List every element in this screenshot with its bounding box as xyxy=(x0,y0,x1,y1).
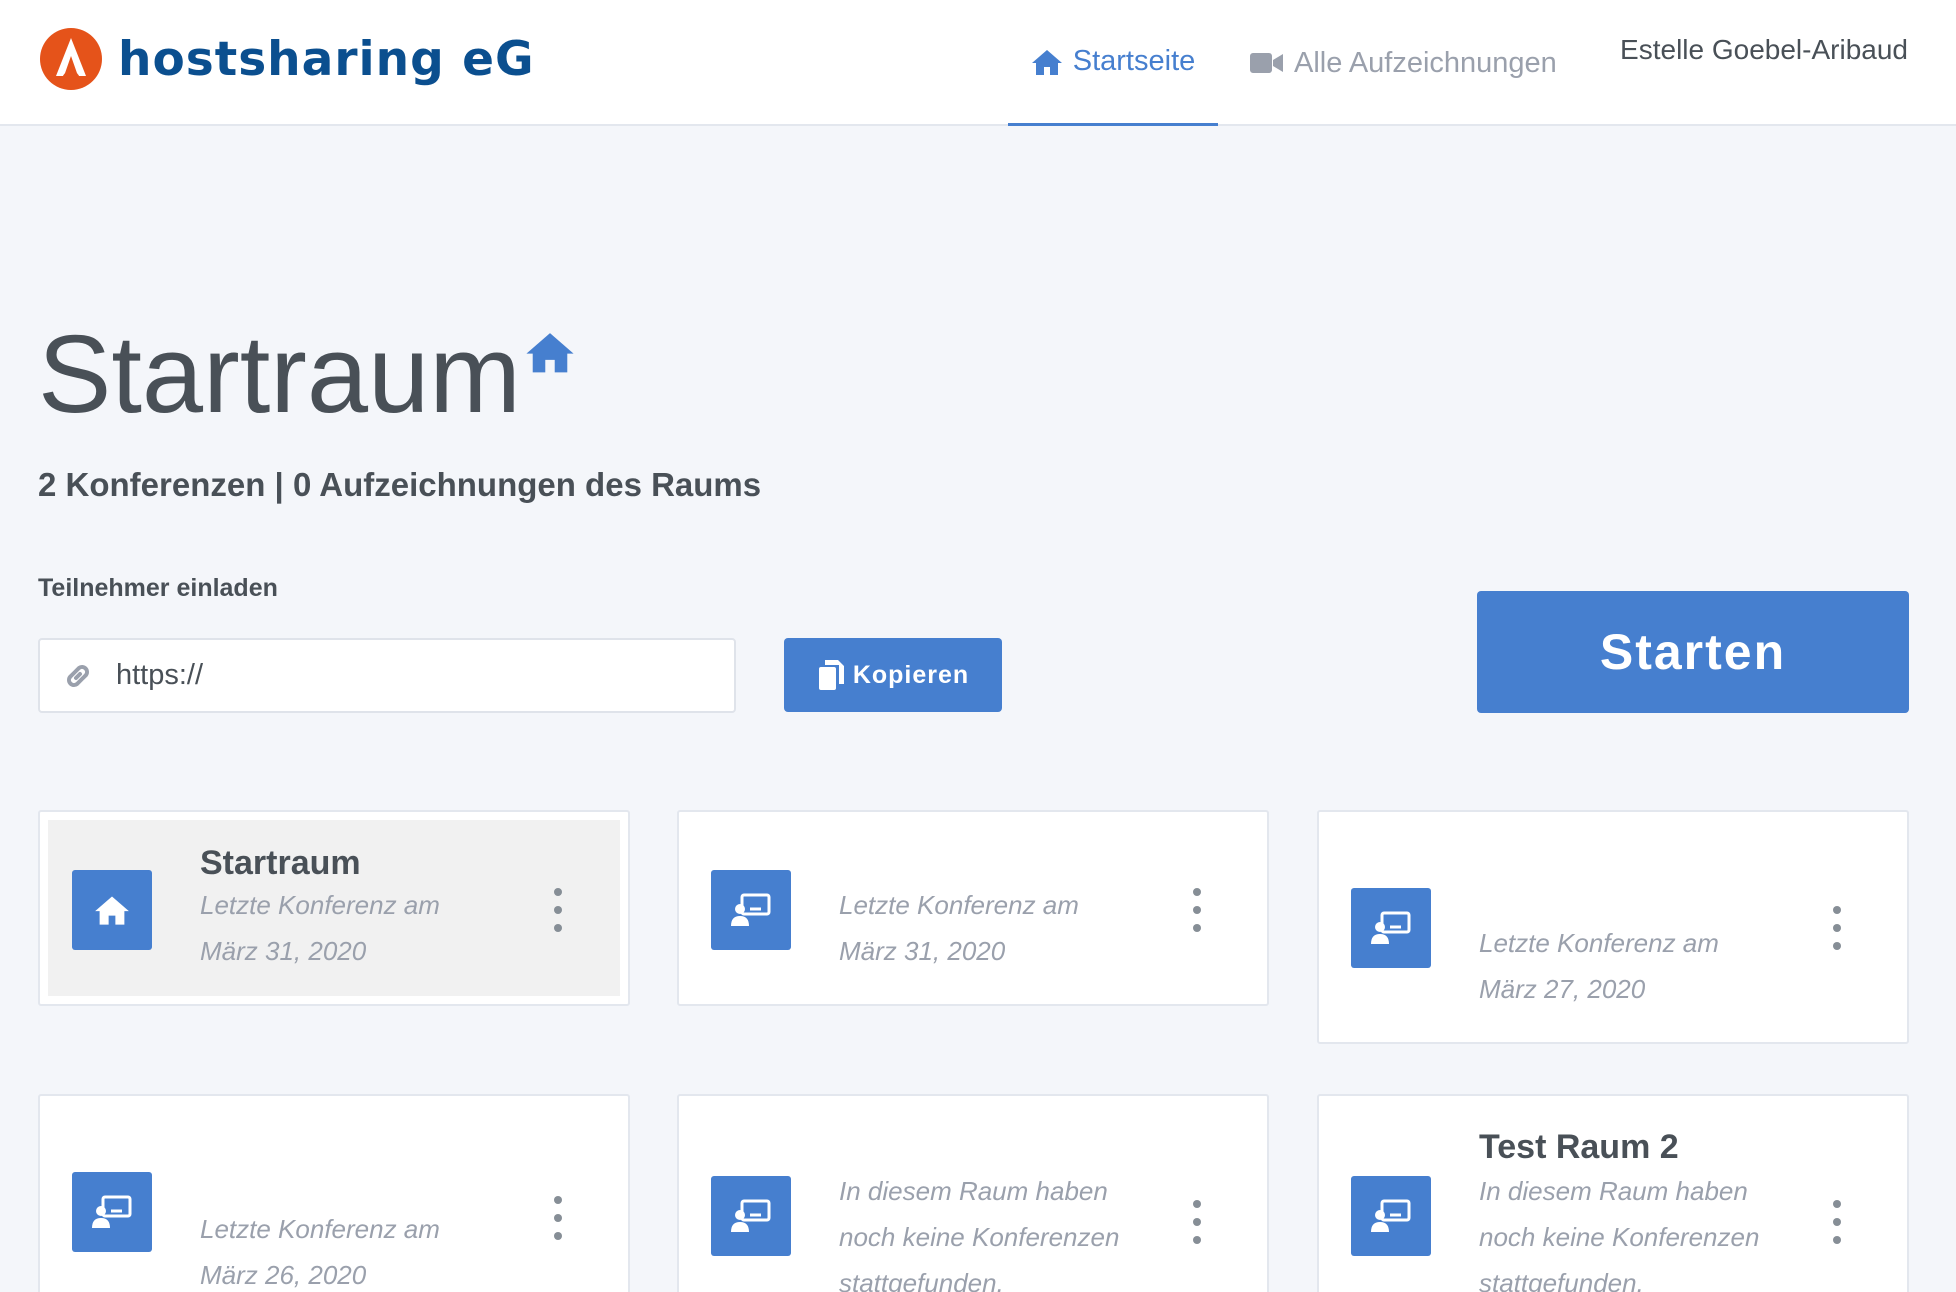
room-meta-line: März 31, 2020 xyxy=(839,936,1006,966)
room-name: Startraum xyxy=(200,844,361,882)
room-home-icon xyxy=(72,870,152,950)
room-name: Test Raum 2 xyxy=(1479,1128,1679,1166)
room-meta-line: stattgefunden. xyxy=(839,1268,1004,1292)
room-presentation-icon xyxy=(1351,1176,1431,1256)
room-meta-line: noch keine Konferenzen xyxy=(1479,1222,1760,1252)
copy-button-label: Kopieren xyxy=(852,660,970,689)
room-last-session: Letzte Konferenz am März 31, 2020 xyxy=(839,882,1169,974)
room-meta-line: März 26, 2020 xyxy=(200,1260,367,1290)
nav-home-label: Startseite xyxy=(1072,45,1196,77)
room-options-button[interactable] xyxy=(1827,906,1847,950)
start-meeting-button[interactable]: Starten xyxy=(1477,591,1909,713)
home-icon xyxy=(95,896,129,925)
room-last-session: In diesem Raum haben noch keine Konferen… xyxy=(1479,1168,1809,1292)
room-options-button[interactable] xyxy=(1187,1200,1207,1244)
link-icon xyxy=(67,664,89,687)
presentation-icon xyxy=(1371,911,1411,944)
room-meta-line: März 31, 2020 xyxy=(200,936,367,966)
copy-icon xyxy=(818,660,844,690)
room-meta-line: Letzte Konferenz am xyxy=(200,1214,440,1244)
nav-recordings-link[interactable]: Alle Aufzeichnungen xyxy=(1250,0,1557,126)
nav-home-link[interactable]: Startseite xyxy=(1008,0,1218,126)
room-last-session: Letzte Konferenz am März 26, 2020 xyxy=(200,1206,530,1292)
room-meta-line: stattgefunden. xyxy=(1479,1268,1644,1292)
presentation-icon xyxy=(92,1195,132,1228)
user-menu[interactable]: Estelle Goebel-Aribaud xyxy=(1620,34,1908,66)
room-meta-line: In diesem Raum haben xyxy=(1479,1176,1748,1206)
home-icon xyxy=(1031,49,1062,75)
room-card[interactable]: Letzte Konferenz am März 31, 2020 xyxy=(677,810,1269,1006)
room-presentation-icon xyxy=(711,870,791,950)
hostsharing-logo-icon xyxy=(40,28,102,90)
room-meta-line: noch keine Konferenzen xyxy=(839,1222,1120,1252)
copy-button[interactable]: Kopieren xyxy=(784,638,1002,712)
room-card-startraum[interactable]: Startraum Letzte Konferenz am März 31, 2… xyxy=(38,810,630,1006)
room-meta-line: In diesem Raum haben xyxy=(839,1176,1108,1206)
room-options-button[interactable] xyxy=(548,888,568,932)
presentation-icon xyxy=(731,893,771,926)
room-last-session: In diesem Raum haben noch keine Konferen… xyxy=(839,1168,1169,1292)
room-card[interactable]: In diesem Raum haben noch keine Konferen… xyxy=(677,1094,1269,1292)
room-last-session: Letzte Konferenz am März 31, 2020 xyxy=(200,882,530,974)
video-camera-icon xyxy=(1250,53,1283,73)
room-meta-line: März 27, 2020 xyxy=(1479,974,1646,1004)
nav-recordings-label: Alle Aufzeichnungen xyxy=(1294,46,1557,79)
room-presentation-icon xyxy=(711,1176,791,1256)
room-last-session: Letzte Konferenz am März 27, 2020 xyxy=(1479,920,1809,1012)
home-room-icon xyxy=(526,333,574,373)
room-card-test-raum-2[interactable]: Test Raum 2 In diesem Raum haben noch ke… xyxy=(1317,1094,1909,1292)
presentation-icon xyxy=(731,1199,771,1232)
invite-label: Teilnehmer einladen xyxy=(38,574,278,602)
room-card[interactable]: Letzte Konferenz am März 27, 2020 xyxy=(1317,810,1909,1044)
presentation-icon xyxy=(1371,1199,1411,1232)
room-card[interactable]: Letzte Konferenz am März 26, 2020 xyxy=(38,1094,630,1292)
brand-name: hostsharing eG xyxy=(118,31,535,87)
room-presentation-icon xyxy=(72,1172,152,1252)
room-title: Startraum xyxy=(38,313,521,436)
room-stats: 2 Konferenzen | 0 Aufzeichnungen des Rau… xyxy=(38,466,762,503)
brand-logo[interactable]: hostsharing eG xyxy=(38,26,535,92)
room-options-button[interactable] xyxy=(548,1196,568,1240)
room-meta-line: Letzte Konferenz am xyxy=(1479,928,1719,958)
room-presentation-icon xyxy=(1351,888,1431,968)
room-options-button[interactable] xyxy=(1187,888,1207,932)
invite-url-field[interactable] xyxy=(38,638,736,713)
invite-url-input[interactable] xyxy=(116,659,676,692)
top-navbar: hostsharing eG Startseite Alle Aufzeichn… xyxy=(0,0,1956,126)
room-meta-line: Letzte Konferenz am xyxy=(200,890,440,920)
room-options-button[interactable] xyxy=(1827,1200,1847,1244)
room-meta-line: Letzte Konferenz am xyxy=(839,890,1079,920)
